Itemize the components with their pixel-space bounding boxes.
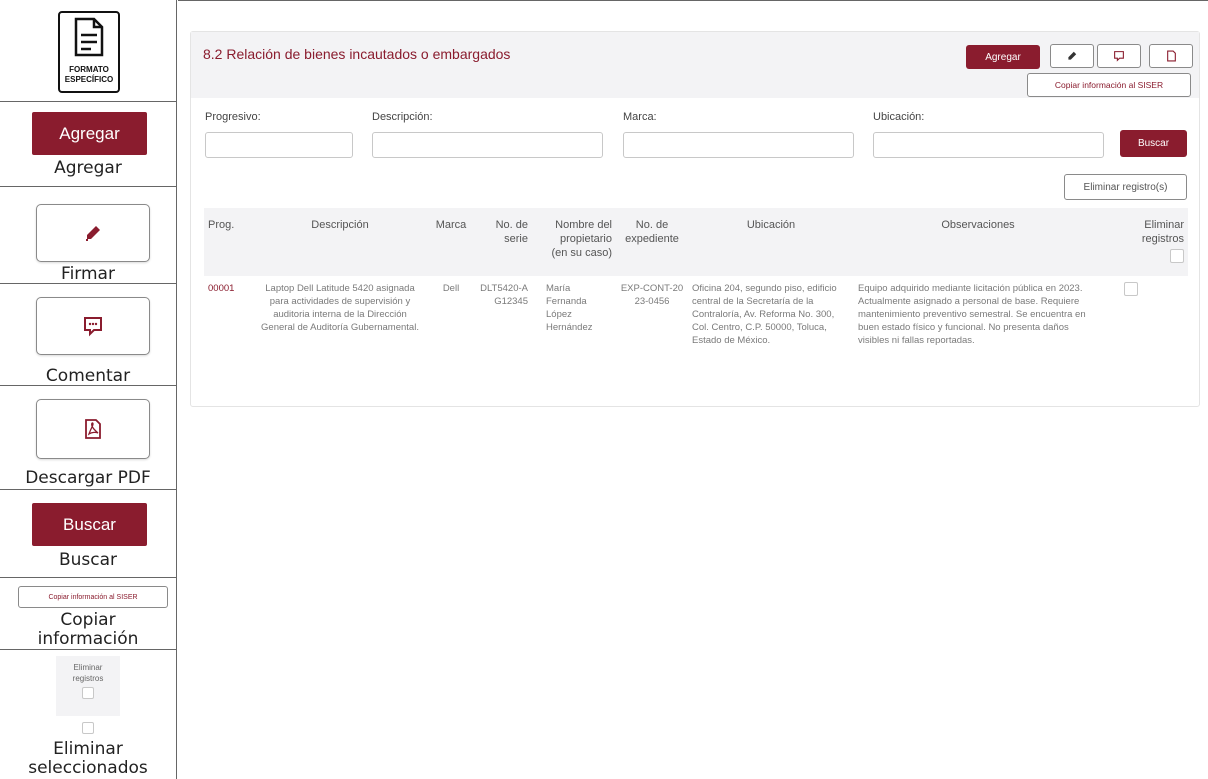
legend-copiar: Copiar información al SISER Copiar infor…	[0, 578, 176, 650]
main-area: 8.2 Relación de bienes incautados o emba…	[178, 0, 1208, 779]
marca-input[interactable]	[623, 132, 854, 158]
header-serie-1: No. de	[495, 219, 528, 231]
page-title: 8.2 Relación de bienes incautados o emba…	[203, 46, 511, 62]
legend-comentar-button[interactable]	[36, 297, 150, 355]
header-expediente-2: expediente	[625, 233, 679, 245]
header-expediente-1: No. de	[635, 219, 669, 231]
legend-comentar: Comentar	[0, 284, 176, 386]
legend-eliminar-header-2: registros	[72, 674, 104, 683]
pencil-icon	[1068, 51, 1077, 60]
header-ubicacion: Ubicación	[688, 208, 854, 276]
search-button[interactable]: Buscar	[1120, 130, 1187, 157]
legend-copiar-button[interactable]: Copiar información al SISER	[18, 586, 168, 608]
legend-descargar: Descargar PDF	[0, 386, 176, 490]
cell-eliminar	[1102, 276, 1188, 353]
cell-observaciones: Equipo adquirido mediante licitación púb…	[858, 283, 1086, 346]
header-marca: Marca	[428, 208, 474, 276]
legend-buscar-button[interactable]: Buscar	[32, 503, 147, 546]
legend-buscar-caption: Buscar	[58, 550, 118, 570]
legend-agregar: Agregar Agregar	[0, 102, 176, 187]
legend-copiar-caption-2: información	[37, 629, 139, 649]
add-button[interactable]: Agregar	[966, 45, 1040, 69]
pencil-icon	[86, 226, 100, 241]
comment-icon	[84, 317, 102, 337]
header-propietario-2: propietario	[560, 233, 612, 245]
cell-marca: Dell	[442, 283, 460, 294]
legend-eliminar-header: Eliminar registros	[56, 656, 120, 716]
pdf-icon	[1166, 50, 1176, 62]
legend-eliminar-caption-1: Eliminar	[53, 739, 123, 759]
header-propietario-1: Nombre del	[555, 219, 612, 231]
legend-comentar-caption: Comentar	[45, 366, 131, 386]
progresivo-input[interactable]	[205, 132, 353, 158]
cell-serie: DLT5420-AG12345	[480, 283, 528, 307]
cell-descripcion: Laptop Dell Latitude 5420 asignada para …	[261, 283, 419, 333]
legend-descargar-caption: Descargar PDF	[25, 468, 151, 488]
progresivo-label: Progresivo:	[205, 111, 261, 123]
formato-especifico-icon: FORMATO ESPECÍFICO	[58, 11, 120, 93]
cell-expediente: EXP-CONT-2023-0456	[620, 283, 684, 307]
formato-line2: ESPECÍFICO	[64, 75, 114, 84]
sign-button[interactable]	[1050, 44, 1094, 68]
header-observaciones: Observaciones	[854, 208, 1102, 276]
records-table: Prog. Descripción Marca No. de serie Nom…	[204, 208, 1188, 353]
legend-eliminar-header-checkbox[interactable]	[82, 687, 94, 699]
legend-agregar-caption: Agregar	[54, 158, 122, 178]
pdf-icon	[85, 419, 101, 439]
copy-siser-button[interactable]: Copiar información al SISER	[1027, 73, 1191, 97]
header-eliminar-1: Eliminar	[1144, 219, 1184, 231]
ubicacion-label: Ubicación:	[873, 111, 925, 123]
table-header-row: Prog. Descripción Marca No. de serie Nom…	[204, 208, 1188, 276]
legend-column: FORMATO ESPECÍFICO Agregar Agregar Firma…	[0, 0, 177, 779]
select-all-checkbox[interactable]	[1170, 249, 1184, 263]
legend-agregar-button[interactable]: Agregar	[32, 112, 147, 155]
legend-formato: FORMATO ESPECÍFICO	[0, 0, 176, 102]
ubicacion-input[interactable]	[873, 132, 1104, 158]
legend-descargar-button[interactable]	[36, 399, 150, 459]
header-serie-2: serie	[504, 233, 528, 245]
header-descripcion: Descripción	[252, 208, 428, 276]
download-pdf-button[interactable]	[1149, 44, 1193, 68]
formato-line1: FORMATO	[69, 65, 109, 74]
cell-propietario: María Fernanda López Hernández	[546, 283, 593, 333]
descripcion-label: Descripción:	[372, 111, 433, 123]
panel-header: 8.2 Relación de bienes incautados o emba…	[191, 32, 1199, 98]
legend-buscar: Buscar Buscar	[0, 490, 176, 578]
cell-ubicacion: Oficina 204, segundo piso, edificio cent…	[692, 283, 837, 346]
legend-firmar-caption: Firmar	[61, 264, 115, 284]
legend-eliminar: Eliminar registros Eliminar seleccionado…	[0, 650, 176, 779]
legend-eliminar-header-1: Eliminar	[73, 663, 103, 672]
header-prog: Prog.	[204, 208, 252, 276]
row-select-checkbox[interactable]	[1124, 282, 1138, 296]
table-row[interactable]: 00001 Laptop Dell Latitude 5420 asignada…	[204, 276, 1188, 353]
descripcion-input[interactable]	[372, 132, 603, 158]
legend-eliminar-caption-2: seleccionados	[28, 758, 148, 778]
comment-icon	[1114, 51, 1124, 62]
header-propietario: Nombre del propietario (en su caso)	[532, 208, 616, 276]
delete-records-button[interactable]: Eliminar registro(s)	[1064, 174, 1187, 200]
legend-firmar-button[interactable]	[36, 204, 150, 262]
header-propietario-3: (en su caso)	[551, 247, 612, 259]
legend-copiar-caption-1: Copiar	[60, 610, 116, 630]
cell-prog[interactable]: 00001	[204, 276, 252, 353]
header-eliminar-2: registros	[1141, 233, 1184, 245]
header-serie: No. de serie	[474, 208, 532, 276]
marca-label: Marca:	[623, 111, 657, 123]
legend-eliminar-checkbox[interactable]	[82, 722, 94, 734]
legend-firmar: Firmar	[0, 187, 176, 284]
comment-button[interactable]	[1097, 44, 1141, 68]
header-expediente: No. de expediente	[616, 208, 688, 276]
header-eliminar: Eliminar registros	[1102, 208, 1188, 276]
